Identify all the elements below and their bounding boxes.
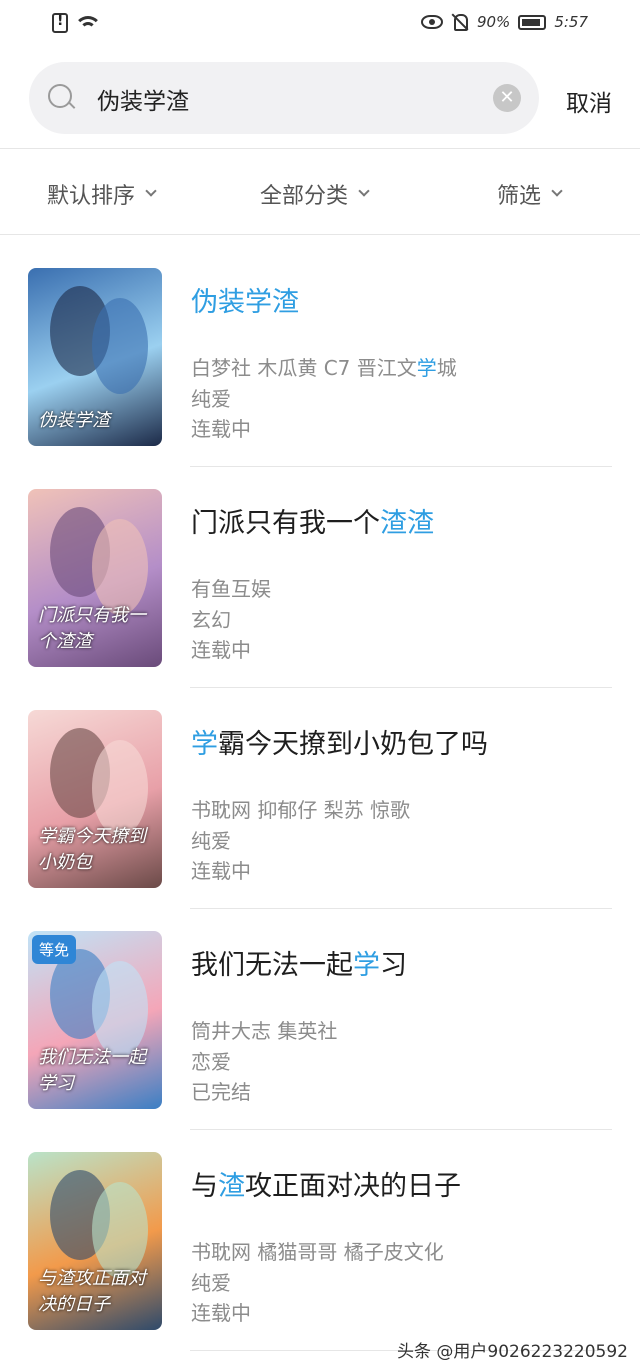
result-authors: 白梦社 木瓜黄 C7 晋江文学城 [191, 356, 457, 380]
result-authors: 书耽网 橘猫哥哥 橘子皮文化 [191, 1240, 444, 1264]
comic-cover[interactable]: 门派只有我一个渣渣 [28, 489, 162, 667]
search-box[interactable]: 伪装学渣 ✕ [29, 62, 539, 134]
cover-title-art: 门派只有我一个渣渣 [38, 605, 146, 652]
divider [190, 908, 612, 909]
status-bar: 90% 5:57 [0, 0, 640, 50]
result-genre: 恋爱 [191, 1050, 231, 1074]
watermark: 头条 @用户9026223220592 [396, 1342, 628, 1362]
category-label: 全部分类 [260, 184, 349, 209]
result-status: 连载中 [191, 1301, 251, 1325]
result-status: 已完结 [191, 1080, 251, 1104]
clear-icon[interactable]: ✕ [493, 84, 521, 112]
eye-icon [420, 15, 443, 29]
search-bar: 伪装学渣 ✕ 取消 [29, 62, 629, 134]
divider [0, 234, 640, 235]
result-item[interactable]: 伪装学渣 伪装学渣 白梦社 木瓜黄 C7 晋江文学城 纯爱 连载中 [0, 268, 640, 489]
result-genre: 纯爱 [191, 387, 231, 411]
result-title[interactable]: 门派只有我一个渣渣 [191, 501, 434, 540]
battery-percent: 90% [476, 13, 511, 31]
result-authors: 书耽网 抑郁仔 梨苏 惊歌 [191, 798, 411, 822]
result-title[interactable]: 与渣攻正面对决的日子 [191, 1164, 461, 1203]
result-title[interactable]: 我们无法一起学习 [191, 943, 407, 982]
wifi-icon [74, 14, 98, 32]
cover-title-art: 我们无法一起学习 [38, 1047, 146, 1094]
clock: 5:57 [554, 13, 588, 31]
bell-off-icon [451, 13, 469, 31]
result-title[interactable]: 伪装学渣 [191, 280, 299, 319]
cover-title-art: 伪装学渣 [38, 410, 110, 431]
result-item[interactable]: 等免 我们无法一起学习 我们无法一起学习 筒井大志 集英社 恋爱 已完结 [0, 931, 640, 1152]
filter-dropdown[interactable]: 筛选 [497, 178, 563, 210]
result-status: 连载中 [191, 638, 251, 662]
sort-dropdown[interactable]: 默认排序 [47, 178, 157, 210]
result-item[interactable]: 门派只有我一个渣渣 门派只有我一个渣渣 有鱼互娱 玄幻 连载中 [0, 489, 640, 710]
divider [190, 687, 612, 688]
cancel-button[interactable]: 取消 [566, 84, 612, 118]
result-genre: 纯爱 [191, 1271, 231, 1295]
cover-title-art: 与渣攻正面对决的日子 [38, 1268, 146, 1315]
alert-icon [52, 13, 68, 33]
chevron-down-icon [551, 185, 563, 197]
battery-icon [518, 14, 547, 30]
comic-cover[interactable]: 伪装学渣 [28, 268, 162, 446]
result-genre: 纯爱 [191, 829, 231, 853]
result-authors: 筒井大志 集英社 [191, 1019, 338, 1043]
status-left [52, 13, 98, 33]
chevron-down-icon [145, 185, 157, 197]
result-item[interactable]: 学霸今天撩到小奶包 学霸今天撩到小奶包了吗 书耽网 抑郁仔 梨苏 惊歌 纯爱 连… [0, 710, 640, 931]
comic-cover[interactable]: 与渣攻正面对决的日子 [28, 1152, 162, 1330]
result-genre: 玄幻 [191, 608, 231, 632]
result-authors: 有鱼互娱 [191, 577, 271, 601]
chevron-down-icon [358, 185, 370, 197]
comic-cover[interactable]: 学霸今天撩到小奶包 [28, 710, 162, 888]
cover-title-art: 学霸今天撩到小奶包 [38, 826, 146, 873]
free-wait-badge: 等免 [32, 935, 77, 964]
divider [190, 466, 612, 467]
category-dropdown[interactable]: 全部分类 [260, 178, 370, 210]
search-icon [48, 84, 76, 112]
divider [190, 1129, 612, 1130]
cover-figure [92, 298, 148, 394]
status-right: 90% 5:57 [420, 13, 588, 31]
filter-label: 筛选 [497, 184, 542, 209]
divider [0, 148, 640, 149]
search-input[interactable]: 伪装学渣 [97, 82, 189, 116]
comic-cover[interactable]: 等免 我们无法一起学习 [28, 931, 162, 1109]
result-status: 连载中 [191, 859, 251, 883]
result-status: 连载中 [191, 417, 251, 441]
sort-label: 默认排序 [47, 184, 136, 209]
result-title[interactable]: 学霸今天撩到小奶包了吗 [191, 722, 488, 761]
